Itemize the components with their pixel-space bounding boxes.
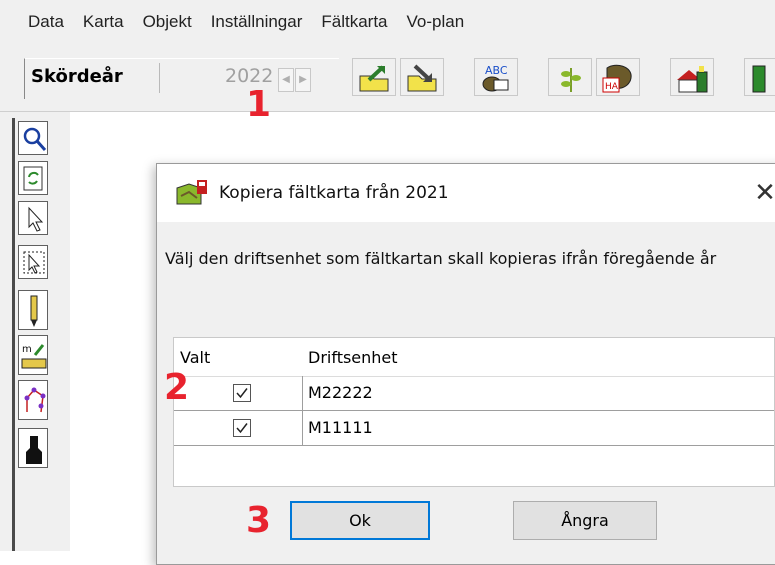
polygon-tool[interactable] (18, 380, 48, 420)
row-unit-name: M11111 (308, 418, 373, 437)
farm-building-icon (677, 66, 708, 93)
year-selector: Skördeår 2022 ◀ ▶ (24, 58, 339, 99)
menu-installningar[interactable]: Inställningar (211, 12, 303, 32)
close-button[interactable]: ✕ (747, 176, 775, 208)
column-valt[interactable]: Valt (180, 348, 210, 367)
menu-bar: Data Karta Objekt Inställningar Fältkart… (0, 0, 775, 44)
svg-text:HA: HA (605, 82, 619, 92)
refresh-tool[interactable] (18, 161, 48, 195)
menu-karta[interactable]: Karta (83, 12, 124, 32)
cursor-arrow-icon (28, 206, 44, 232)
row-unit-name: M22222 (308, 383, 373, 402)
pen-icon (30, 295, 38, 327)
menu-vo-plan[interactable]: Vo-plan (407, 12, 465, 32)
year-divider (159, 63, 160, 93)
label-tool-button[interactable]: ABC (474, 58, 518, 96)
area-tool-button[interactable]: HA (596, 58, 640, 96)
year-next-button[interactable]: ▶ (295, 68, 311, 92)
import-folder-button[interactable] (400, 58, 444, 96)
menu-data[interactable]: Data (28, 12, 64, 32)
stamp-tool[interactable] (18, 428, 48, 468)
step-2-marker: 2 (164, 367, 190, 408)
unit-grid: Valt Driftsenhet M22222 M11111 (173, 337, 775, 487)
abc-label-icon: ABC (482, 64, 509, 92)
dialog-titlebar: Kopiera fältkarta från 2021 ✕ (157, 164, 775, 222)
folder-export-icon (359, 65, 389, 92)
column-driftsenhet[interactable]: Driftsenhet (308, 348, 398, 367)
polygon-icon (24, 387, 46, 413)
ruler-icon: m (21, 344, 47, 369)
dialog-instruction: Välj den driftsenhet som fältkartan skal… (165, 249, 717, 268)
step-3-marker: 3 (246, 500, 272, 541)
folder-import-icon (407, 64, 437, 92)
checkmark-icon (236, 388, 248, 399)
box-select-icon (23, 251, 45, 274)
row-checkbox[interactable] (233, 419, 251, 437)
crop-tool-button[interactable] (548, 58, 592, 96)
field-area-icon: HA (602, 64, 632, 93)
tool-strip: m (0, 112, 70, 551)
checkmark-icon (236, 423, 248, 434)
dialog-title: Kopiera fältkarta från 2021 (219, 183, 449, 203)
table-row[interactable]: M22222 (174, 376, 774, 411)
pen-tool[interactable] (18, 290, 48, 330)
grid-header: Valt Driftsenhet (174, 338, 774, 377)
column-divider (302, 411, 303, 445)
field-map-icon (176, 180, 207, 205)
ok-button[interactable]: Ok (290, 501, 430, 540)
menu-objekt[interactable]: Objekt (143, 12, 192, 32)
magnifier-icon (23, 127, 47, 151)
table-row[interactable]: M11111 (174, 411, 774, 446)
plant-icon (561, 68, 581, 92)
box-select-tool[interactable] (18, 245, 48, 279)
year-prev-button[interactable]: ◀ (278, 68, 294, 92)
stamp-icon (26, 436, 42, 464)
zoom-tool[interactable] (18, 121, 48, 155)
svg-text:m: m (22, 344, 32, 355)
column-divider (302, 376, 303, 410)
menu-faltkarta[interactable]: Fältkarta (321, 12, 387, 32)
year-label: Skördeår (31, 66, 123, 87)
row-checkbox[interactable] (233, 384, 251, 402)
toolbar: Skördeår 2022 ◀ ▶ ABC HA (0, 44, 775, 112)
farm-button[interactable] (670, 58, 714, 96)
cancel-button[interactable]: Ångra (513, 501, 657, 540)
measure-tool[interactable]: m (18, 335, 48, 375)
refresh-icon (23, 166, 43, 191)
select-tool[interactable] (18, 201, 48, 235)
extra-tool-button[interactable] (744, 58, 775, 96)
svg-text:ABC: ABC (485, 64, 508, 77)
export-folder-button[interactable] (352, 58, 396, 96)
step-1-marker: 1 (246, 84, 272, 125)
green-tool-icon (752, 65, 766, 93)
